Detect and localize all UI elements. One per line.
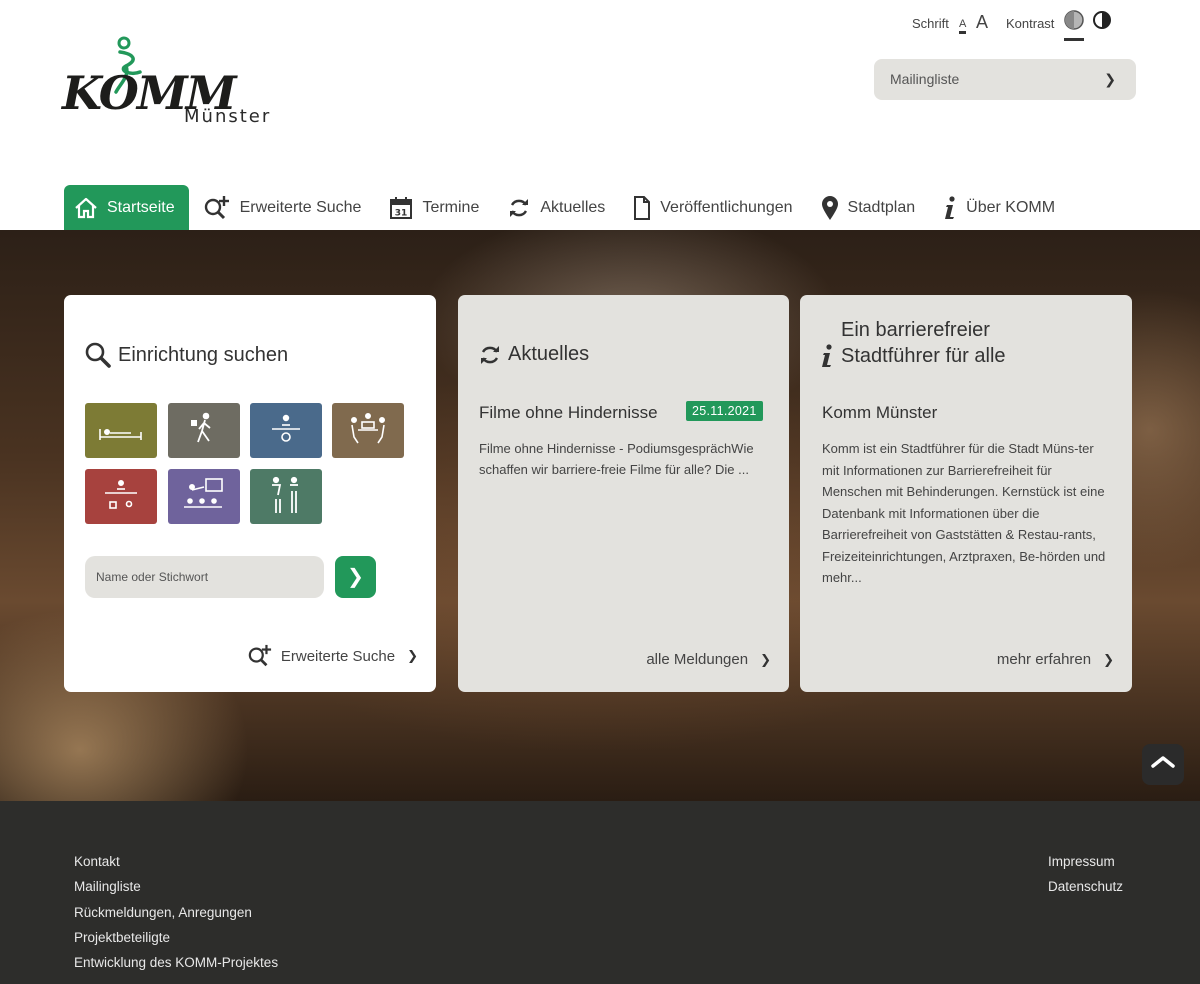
nav-item-veroeffentlichungen[interactable]: Veröffentlichungen	[619, 185, 806, 230]
nav-label: Veröffentlichungen	[660, 198, 793, 216]
category-education[interactable]	[168, 469, 240, 524]
search-input[interactable]: Name oder Stichwort	[85, 556, 324, 598]
footer-link-feedback[interactable]: Rückmeldungen, Anregungen	[74, 900, 278, 925]
news-card: Aktuelles Filme ohne Hindernisse 25.11.2…	[458, 295, 789, 692]
category-authority[interactable]	[250, 403, 322, 458]
search-plus-icon	[248, 644, 271, 667]
nav-label: Stadtplan	[847, 198, 916, 216]
nav-item-aktuelles[interactable]: Aktuelles	[493, 185, 619, 230]
nav-label: Startseite	[107, 198, 175, 216]
search-card-title: Einrichtung suchen	[84, 341, 288, 369]
contrast-high-button[interactable]	[1092, 10, 1112, 33]
chevron-right-icon: ❯	[1104, 71, 1116, 87]
learn-more-label: mehr erfahren	[996, 651, 1092, 668]
all-news-label: alle Meldungen	[646, 651, 749, 668]
document-icon	[634, 195, 651, 220]
footer-link-impressum[interactable]: Impressum	[1048, 849, 1123, 874]
about-text: Komm ist ein Stadtführer für die Stadt M…	[822, 441, 1106, 585]
footer-link-partners[interactable]: Projektbeteiligte	[74, 925, 278, 950]
news-excerpt: Filme ohne Hindernisse - Podiumsgespräch…	[479, 441, 754, 477]
category-health[interactable]	[85, 469, 157, 524]
contrast-high-icon	[1093, 11, 1111, 29]
search-card-heading: Einrichtung suchen	[118, 343, 289, 366]
nav-label: Erweiterte Suche	[239, 198, 362, 216]
search-icon	[85, 342, 111, 368]
calendar-icon: 31	[390, 196, 413, 219]
nav-item-stadtplan[interactable]: Stadtplan	[807, 185, 930, 230]
scroll-to-top-button[interactable]	[1142, 744, 1184, 785]
font-large-button[interactable]: A	[976, 12, 988, 33]
chevron-right-icon: ❯	[760, 651, 771, 667]
advanced-search-link[interactable]: Erweiterte Suche ❯	[247, 644, 418, 668]
refresh-icon	[510, 198, 529, 217]
footer-link-datenschutz[interactable]: Datenschutz	[1048, 874, 1123, 899]
map-pin-icon	[821, 195, 838, 220]
about-title-line-2: Stadtführer für alle	[841, 345, 1006, 367]
learn-more-link[interactable]: mehr erfahren ❯	[997, 651, 1114, 668]
news-headline[interactable]: Filme ohne Hindernisse	[479, 403, 658, 423]
nav-item-ueber-komm[interactable]: Über KOMM	[929, 185, 1069, 230]
restaurant-table-icon	[350, 413, 385, 444]
home-icon	[75, 197, 97, 218]
nav-label: Termine	[422, 198, 480, 216]
site-header: KOMM Münster Schrift A A Kontrast Mailin…	[0, 0, 1200, 230]
footer-link-mailingliste[interactable]: Mailingliste	[74, 874, 278, 899]
mailinglist-label: Mailingliste	[890, 71, 960, 87]
main-nav: Startseite Erweiterte Suche 31 Termine A…	[64, 185, 1069, 230]
bed-icon	[99, 428, 142, 440]
category-accommodation[interactable]	[85, 403, 157, 458]
news-card-title: Aktuelles	[478, 343, 589, 366]
svg-text:31: 31	[395, 208, 408, 218]
category-leisure[interactable]	[168, 403, 240, 458]
nav-item-erweiterte-suche[interactable]: Erweiterte Suche	[189, 185, 376, 230]
chevron-right-icon: ❯	[1103, 651, 1114, 667]
nav-label: Aktuelles	[540, 198, 606, 216]
toilet-icon	[272, 476, 298, 513]
info-icon	[822, 344, 832, 367]
footer-link-kontakt[interactable]: Kontakt	[74, 849, 278, 874]
contrast-normal-icon	[1064, 10, 1084, 30]
font-small-button[interactable]: A	[959, 18, 967, 34]
contrast-normal-button[interactable]	[1064, 10, 1084, 41]
facility-search-card: Einrichtung suchen Name oder Stichwort ❯…	[64, 295, 436, 692]
all-news-link[interactable]: alle Meldungen ❯	[646, 651, 771, 668]
font-size-label: Schrift	[912, 16, 949, 31]
about-card: Ein barrierefreier Stadtführer für alle …	[800, 295, 1132, 692]
info-icon	[945, 195, 955, 219]
medical-desk-icon	[105, 480, 137, 509]
footer-links-right: Impressum Datenschutz	[1048, 849, 1123, 900]
hero-section: Einrichtung suchen Name oder Stichwort ❯…	[0, 230, 1200, 801]
classroom-icon	[184, 478, 223, 508]
contrast-label: Kontrast	[1006, 16, 1055, 31]
footer-links-left: Kontakt Mailingliste Rückmeldungen, Anre…	[74, 849, 278, 975]
walking-person-icon	[191, 412, 211, 443]
site-footer: Kontakt Mailingliste Rückmeldungen, Anre…	[0, 801, 1200, 984]
news-date-badge: 25.11.2021	[686, 401, 763, 421]
advanced-search-label: Erweiterte Suche	[280, 647, 396, 665]
komm-logo[interactable]: KOMM Münster	[62, 36, 269, 128]
refresh-icon	[481, 345, 499, 364]
mailinglist-button[interactable]: Mailingliste ❯	[874, 59, 1136, 100]
category-toilets[interactable]	[250, 469, 322, 524]
about-title-line-1: Ein barrierefreier	[841, 319, 990, 341]
nav-item-termine[interactable]: 31 Termine	[375, 185, 493, 230]
category-gastronomy[interactable]	[332, 403, 404, 458]
logo-city: Münster	[184, 106, 272, 127]
about-headline: Komm Münster	[822, 403, 938, 422]
nav-item-startseite[interactable]: Startseite	[64, 185, 189, 230]
search-plus-icon	[204, 195, 229, 219]
office-desk-icon	[272, 414, 300, 442]
news-card-heading: Aktuelles	[508, 343, 590, 365]
chevron-right-icon: ❯	[407, 648, 418, 663]
search-submit-button[interactable]: ❯	[335, 556, 376, 598]
chevron-up-icon	[1151, 756, 1175, 768]
nav-label: Über KOMM	[966, 198, 1056, 216]
footer-link-history[interactable]: Entwicklung des KOMM-Projektes	[74, 950, 278, 975]
